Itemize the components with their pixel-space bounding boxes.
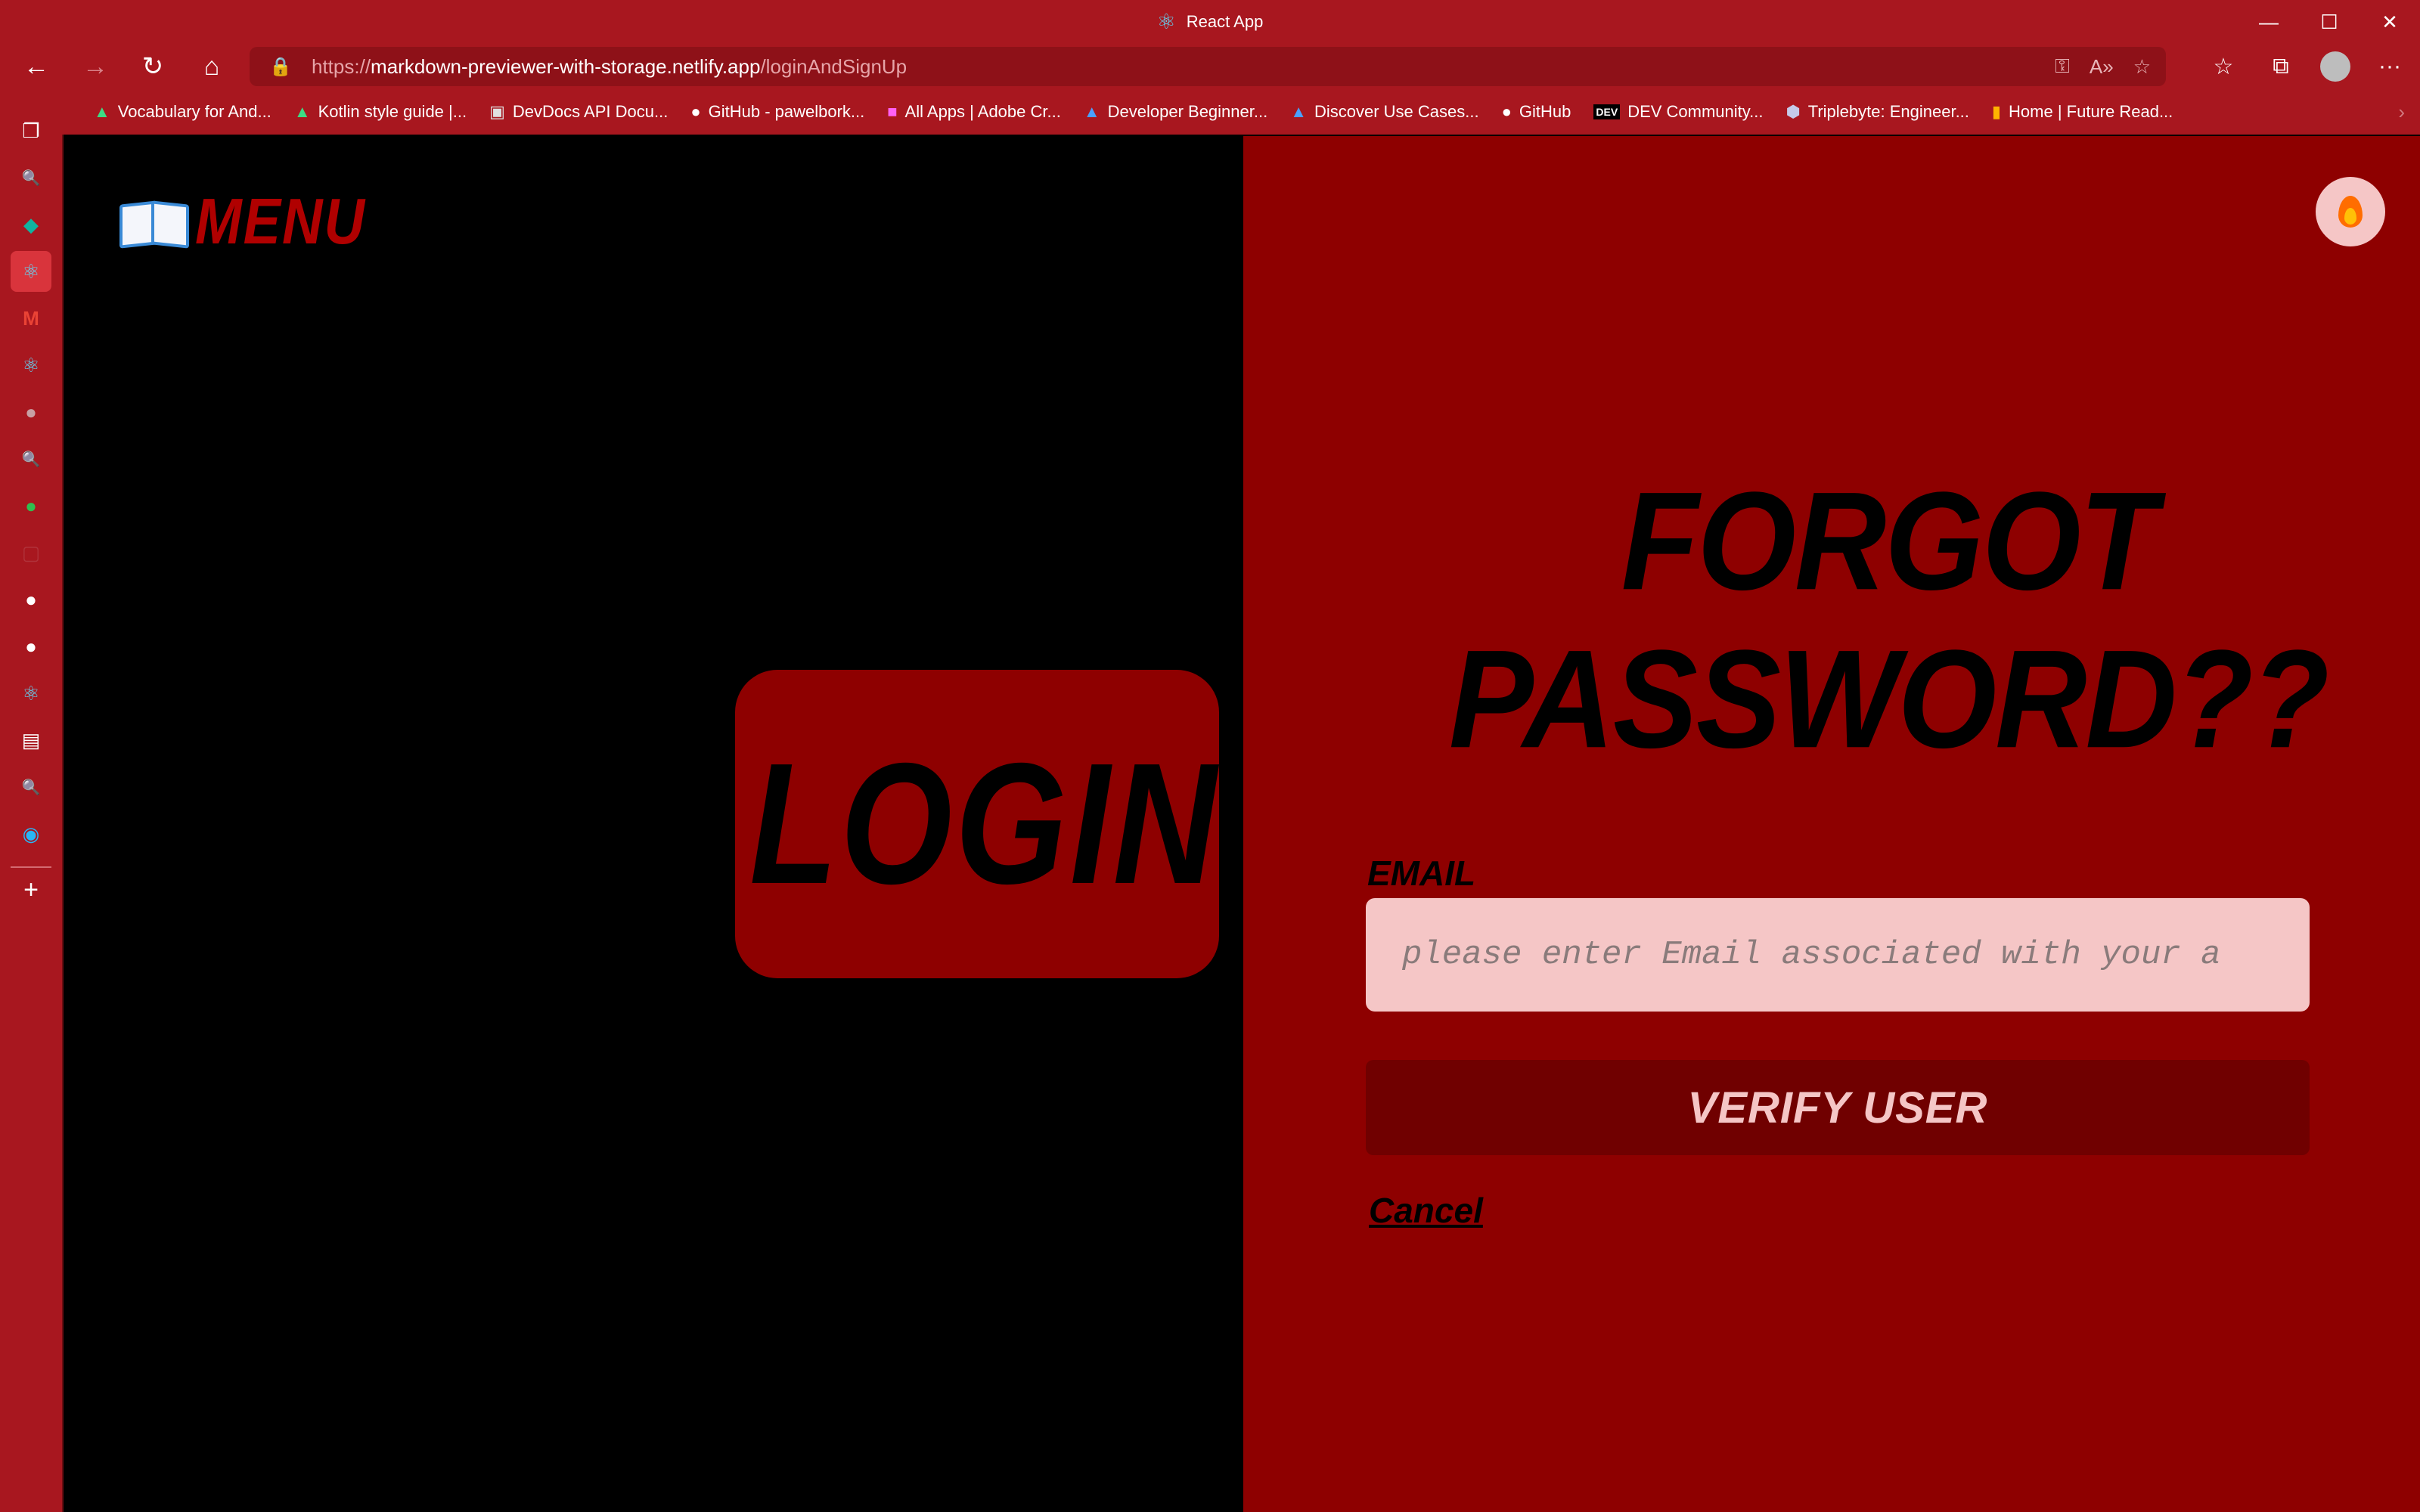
bookmark-item[interactable]: DEV DEV Community... — [1593, 102, 1764, 122]
menu-label: MENU — [195, 184, 366, 258]
more-options-icon[interactable]: ··· — [2372, 54, 2408, 79]
github-icon: ● — [1501, 102, 1512, 121]
azure-icon: ▲ — [1083, 102, 1100, 121]
login-toggle-button[interactable]: LOGIN — [735, 670, 1219, 978]
devdocs-icon: ▣ — [489, 102, 505, 121]
forward-icon[interactable]: → — [76, 47, 115, 86]
tab-blank-icon[interactable]: ▢ — [11, 532, 51, 573]
title-bar: ⚛ React App — ☐ ✕ — [0, 0, 2420, 44]
tab-search-icon[interactable]: 🔍 — [11, 157, 51, 198]
read-aloud-icon[interactable]: A» — [2090, 55, 2114, 79]
bookmarks-bar: ▲ Vocabulary for And... ▲ Kotlin style gui… — [62, 89, 2420, 135]
azure-icon: ▲ — [1290, 102, 1307, 121]
collections-icon[interactable]: ⧉ — [2263, 54, 2299, 79]
bookmark-label: Kotlin style guide |... — [318, 102, 467, 121]
triplebyte-icon: ⬢ — [1786, 102, 1801, 121]
address-bar[interactable]: 🔒 https://markdown-previewer-with-storag… — [250, 47, 2166, 86]
tab-search-icon-2[interactable]: 🔍 — [11, 438, 51, 479]
adobe-icon: ■ — [887, 102, 898, 121]
bookmark-item[interactable]: ● GitHub - pawelbork... — [690, 102, 864, 122]
forgot-title-line2: PASSWORD?? — [1448, 621, 2329, 777]
bookmark-item[interactable]: ▮ Home | Future Read... — [1992, 102, 2173, 122]
navigation-bar: ← → ↻ ⌂ 🔒 https://markdown-previewer-wit… — [0, 44, 2420, 89]
add-favorite-icon[interactable]: ☆ — [2133, 55, 2151, 79]
vertical-tabs-sidebar: ❐ 🔍 ◆ ⚛ M ⚛ ● 🔍 ● ▢ ● ● ⚛ ▤ 🔍 ◉ + — [0, 89, 64, 1512]
bookmark-label: GitHub - pawelbork... — [708, 102, 865, 121]
url-text[interactable]: https://markdown-previewer-with-storage.… — [312, 55, 907, 79]
dev-icon: DEV — [1593, 104, 1621, 119]
address-bar-actions: ⚿ A» ☆ — [2055, 47, 2151, 86]
tab-react-icon[interactable]: ⚛ — [11, 345, 51, 386]
bookmark-item[interactable]: ▲ Vocabulary for And... — [94, 102, 271, 122]
window-title-text: React App — [1186, 12, 1264, 31]
cancel-link[interactable]: Cancel — [1369, 1190, 1483, 1231]
window-controls: — ☐ ✕ — [2238, 0, 2420, 44]
bookmark-item[interactable]: ▲ Discover Use Cases... — [1290, 102, 1478, 122]
bookmark-label: Vocabulary for And... — [117, 102, 271, 121]
tab-globe-icon[interactable]: ◉ — [11, 813, 51, 854]
bookmark-item[interactable]: ▣ DevDocs API Docu... — [489, 102, 668, 122]
new-tab-icon[interactable]: + — [11, 869, 51, 910]
bookmark-label: Triplebyte: Engineer... — [1807, 102, 1969, 121]
close-button[interactable]: ✕ — [2360, 0, 2420, 44]
verify-user-button[interactable]: VERIFY USER — [1366, 1060, 2310, 1155]
sidebar-divider — [11, 866, 51, 868]
tab-diamond-icon[interactable]: ◆ — [11, 204, 51, 245]
bookmark-item[interactable]: ▲ Developer Beginner... — [1084, 102, 1267, 122]
forgot-title-line1: FORGOT — [1621, 463, 2158, 619]
tab-gmail-icon[interactable]: M — [11, 298, 51, 339]
url-path: /loginAndSignUp — [760, 54, 908, 78]
key-icon[interactable]: ⚿ — [2055, 54, 2070, 79]
github-icon: ● — [690, 102, 701, 121]
fire-icon — [2338, 196, 2363, 228]
login-label: LOGIN — [749, 727, 1220, 921]
email-label: EMAIL — [1367, 854, 1476, 893]
tab-search-icon-3[interactable]: 🔍 — [11, 767, 51, 807]
tab-react-icon-2[interactable]: ⚛ — [11, 673, 51, 714]
tab-github-icon-3[interactable]: ● — [11, 626, 51, 667]
tab-calendar-icon[interactable]: ▤ — [11, 720, 51, 761]
url-scheme: https:// — [312, 54, 371, 78]
bookmark-item[interactable]: ● GitHub — [1502, 102, 1571, 122]
forgot-password-panel: FORGOT PASSWORD?? EMAIL VERIFY USER Canc… — [1243, 136, 2420, 1512]
bookmark-label: All Apps | Adobe Cr... — [904, 102, 1061, 121]
bookmarks-overflow-icon[interactable]: › — [2398, 89, 2405, 135]
bookmark-label: DevDocs API Docu... — [512, 102, 669, 121]
favorites-icon[interactable]: ☆ — [2205, 54, 2242, 80]
theme-toggle-button[interactable] — [2316, 177, 2385, 246]
minimize-button[interactable]: — — [2238, 0, 2299, 44]
bookmark-item[interactable]: ⬢ Triplebyte: Engineer... — [1786, 102, 1969, 122]
android-icon: ▲ — [94, 102, 110, 121]
tab-react-app-icon[interactable]: ⚛ — [11, 251, 51, 292]
maximize-button[interactable]: ☐ — [2299, 0, 2360, 44]
lock-icon[interactable]: 🔒 — [269, 56, 299, 78]
tab-actions-icon[interactable]: ❐ — [11, 110, 51, 151]
react-icon: ⚛ — [1156, 10, 1176, 33]
bookmark-label: GitHub — [1519, 102, 1571, 121]
forgot-password-title: FORGOT PASSWORD?? — [1243, 462, 2420, 778]
bookmark-label: Developer Beginner... — [1107, 102, 1268, 121]
home-icon[interactable]: ⌂ — [192, 47, 231, 86]
tab-github-icon[interactable]: ● — [11, 392, 51, 432]
browser-toolbar: ☆ ⧉ ··· — [2205, 44, 2408, 89]
page-left-panel: MENU LOGIN — [64, 136, 1243, 1512]
book-icon — [116, 195, 189, 249]
bookmark-item[interactable]: ▲ Kotlin style guide |... — [294, 102, 467, 122]
bookmark-label: Discover Use Cases... — [1314, 102, 1479, 121]
refresh-icon[interactable]: ↻ — [133, 47, 172, 86]
profile-avatar[interactable] — [2320, 51, 2350, 82]
bookmark-item[interactable]: ■ All Apps | Adobe Cr... — [887, 102, 1061, 122]
bookmark-label: DEV Community... — [1627, 102, 1764, 121]
email-input[interactable] — [1366, 898, 2310, 1012]
tab-green-icon[interactable]: ● — [11, 485, 51, 526]
url-host: markdown-previewer-with-storage.netlify.… — [371, 54, 761, 78]
back-icon[interactable]: ← — [17, 47, 56, 86]
window-title: ⚛ React App — [0, 0, 2420, 44]
android-icon: ▲ — [293, 102, 311, 121]
bookmark-label: Home | Future Read... — [2009, 102, 2173, 121]
menu-button[interactable]: MENU — [116, 185, 366, 257]
futureread-icon: ▮ — [1991, 102, 2002, 121]
tab-github-icon-2[interactable]: ● — [11, 579, 51, 620]
